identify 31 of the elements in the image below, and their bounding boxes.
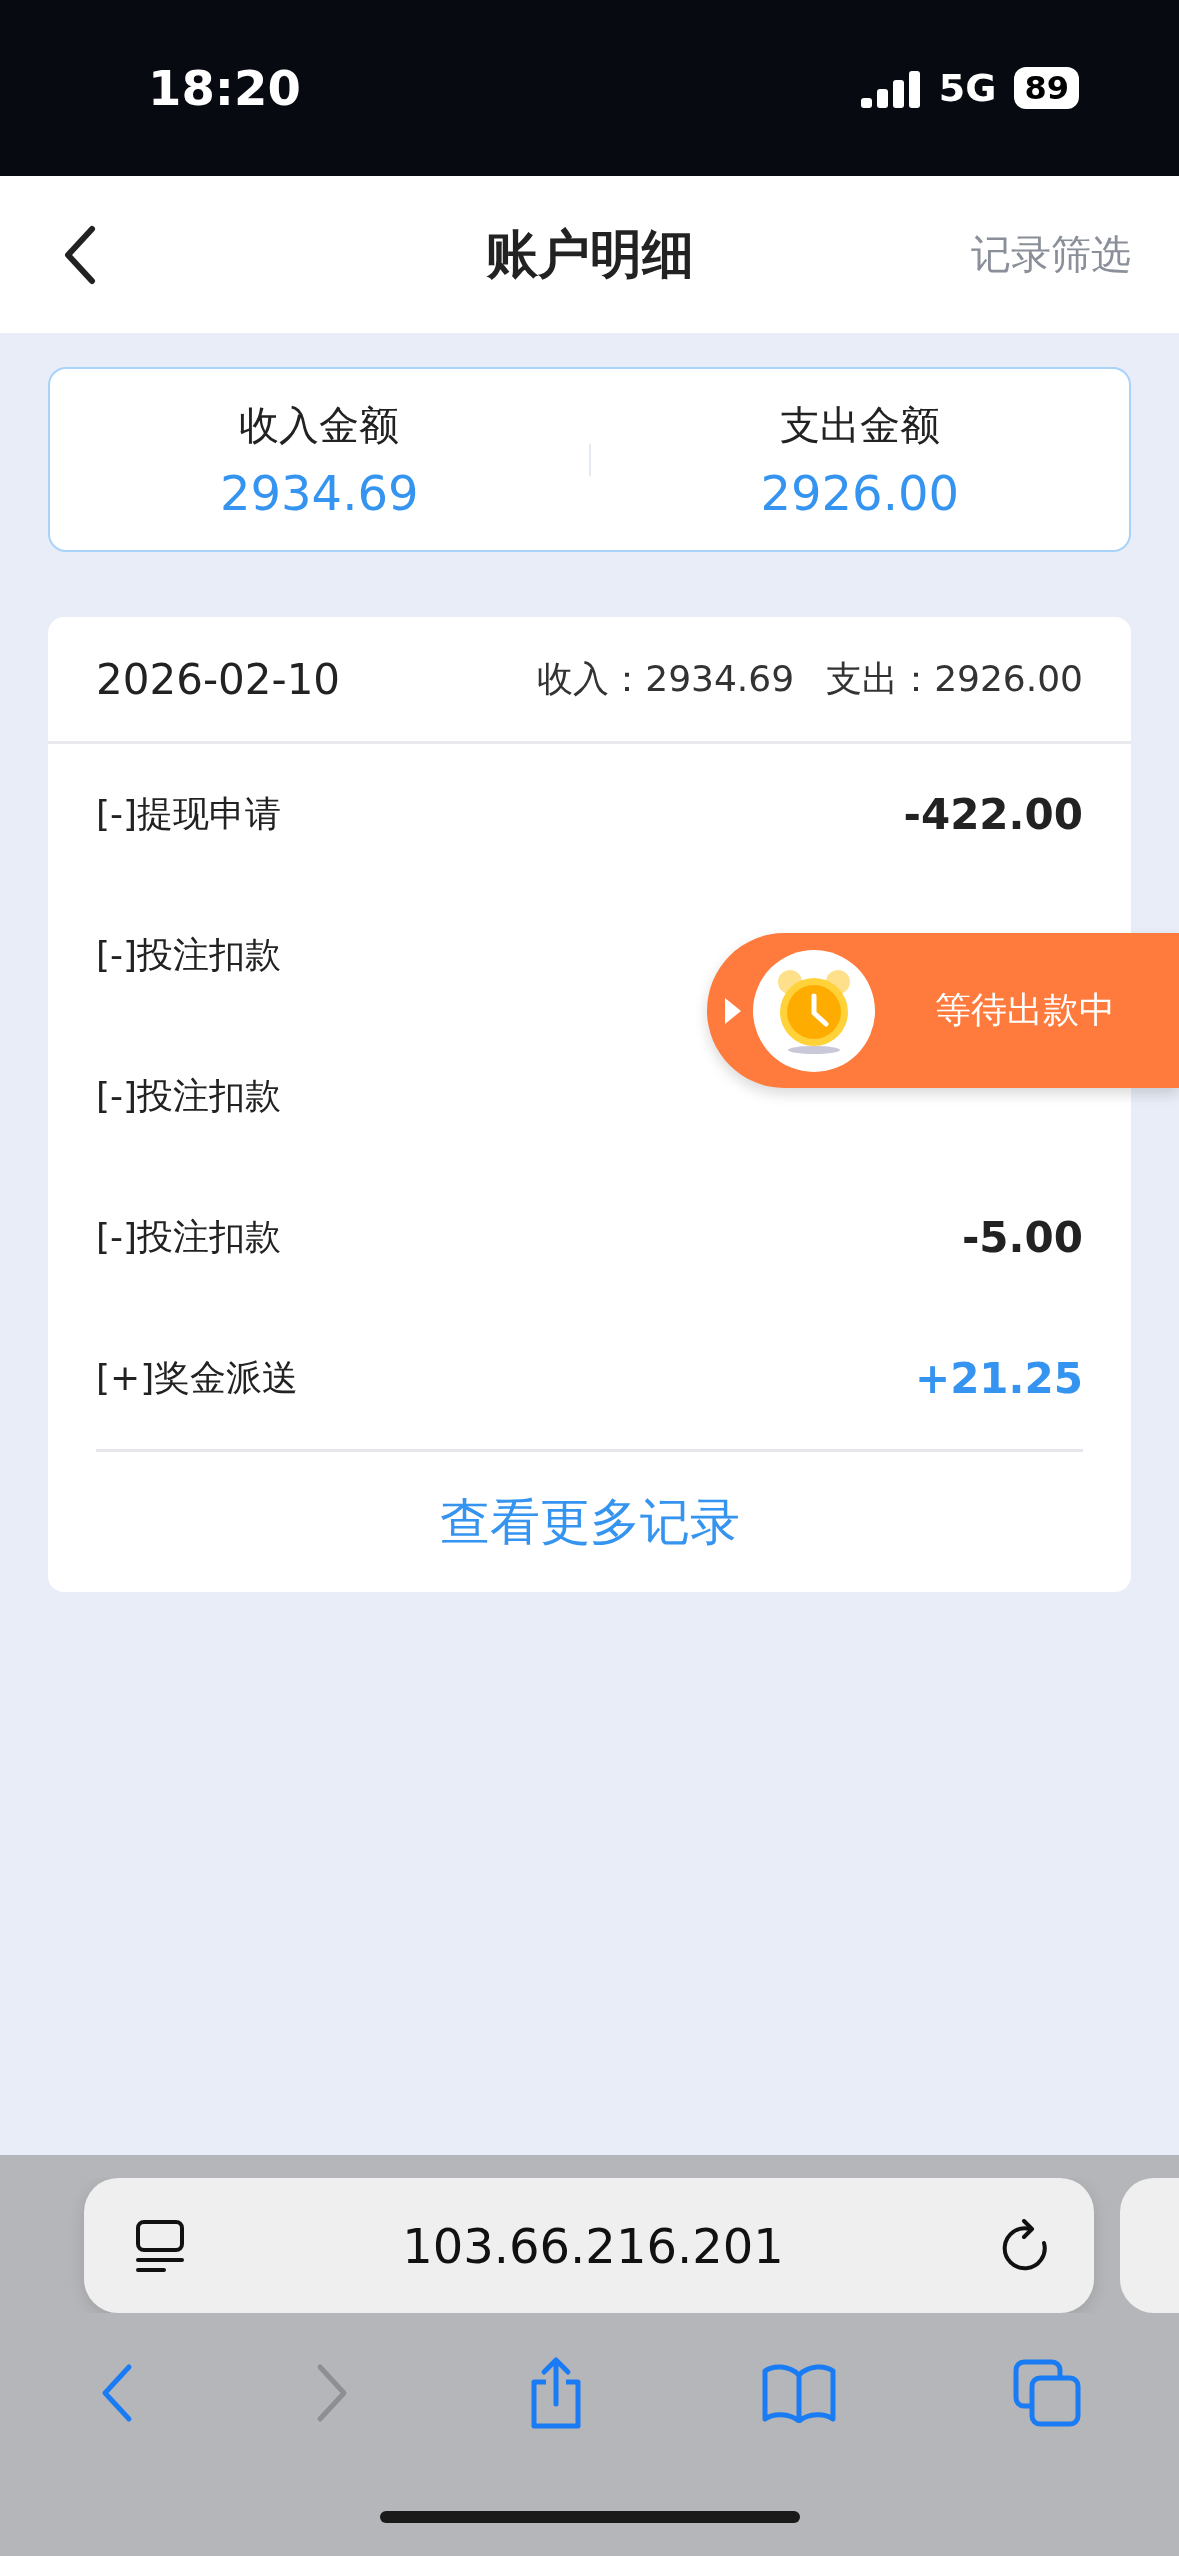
- network-label: 5G: [938, 66, 997, 110]
- summary-label: 收入金额: [239, 401, 400, 450]
- record-label: [+]奖金派送: [96, 1356, 299, 1400]
- status-time: 18:20: [148, 60, 301, 116]
- summary-value: 2934.69: [220, 465, 419, 521]
- page-title: 账户明细: [485, 222, 694, 286]
- reader-icon: [134, 2217, 186, 2274]
- more-records-link[interactable]: 查看更多记录: [429, 1452, 750, 1592]
- book-icon[interactable]: [761, 2363, 838, 2423]
- record-label: [-]投注扣款: [96, 933, 282, 977]
- filter-button[interactable]: 记录筛选: [971, 227, 1131, 282]
- record-amount: -5.00: [961, 1213, 1083, 1262]
- badge-text: 等待出款中: [935, 988, 1115, 1032]
- pending-withdrawal-badge[interactable]: 等待出款中: [707, 933, 1179, 1088]
- play-icon: [723, 995, 743, 1026]
- day-expense: 支出：2926.00: [826, 656, 1083, 701]
- tabs-icon[interactable]: [1011, 2358, 1082, 2428]
- url-text: 103.66.216.201: [402, 2217, 784, 2274]
- record-amount: -422.00: [903, 790, 1083, 839]
- record-label: [-]投注扣款: [96, 1215, 282, 1259]
- reload-icon[interactable]: [1000, 2218, 1050, 2273]
- day-income: 收入：2934.69: [537, 656, 795, 701]
- signal-icon: [860, 68, 921, 108]
- address-bar[interactable]: 103.66.216.201: [84, 2178, 1094, 2313]
- summary-label: 支出金额: [779, 401, 940, 450]
- summary-value: 2926.00: [760, 465, 959, 521]
- record-label: [-]提现申请: [96, 792, 282, 836]
- record-label: [-]投注扣款: [96, 1074, 282, 1118]
- record-date: 2026-02-10: [96, 654, 341, 704]
- battery-indicator: 89: [1014, 67, 1079, 109]
- record-amount: +21.25: [914, 1354, 1083, 1403]
